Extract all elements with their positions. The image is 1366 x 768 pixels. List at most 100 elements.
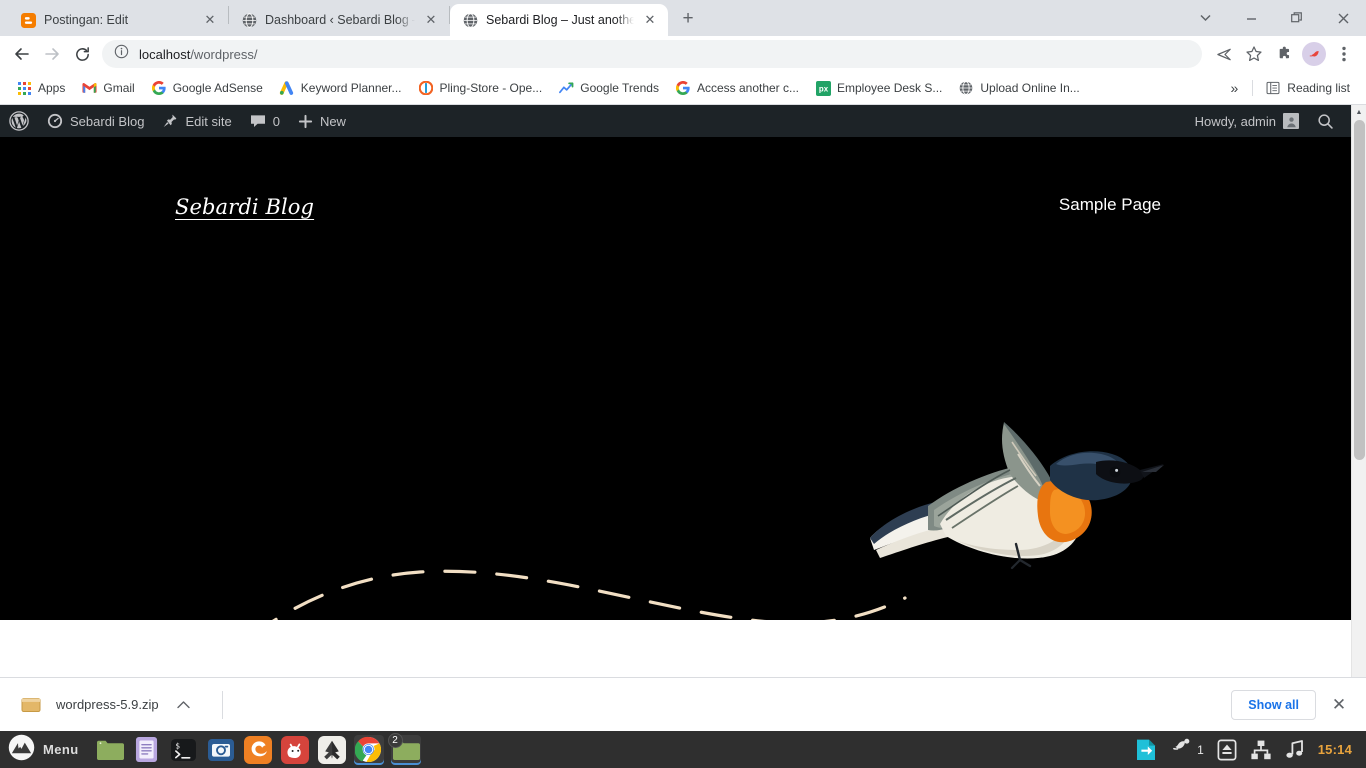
tab-search-icon[interactable]: [1182, 0, 1228, 36]
taskbar-item-file-manager[interactable]: [95, 735, 125, 765]
window-controls: [1182, 0, 1366, 36]
back-icon[interactable]: [8, 40, 36, 68]
bookmark-label: Google Trends: [580, 81, 659, 95]
bookmark-gmail[interactable]: Gmail: [73, 76, 142, 100]
show-all-downloads-button[interactable]: Show all: [1231, 689, 1316, 720]
bookmark-apps[interactable]: Apps: [8, 76, 73, 100]
wp-new-label: New: [319, 113, 346, 129]
bookmark-upload-online[interactable]: Upload Online In...: [950, 76, 1087, 100]
browser-tab-2[interactable]: Dashboard ‹ Sebardi Blog — W ✕: [229, 4, 449, 36]
wp-new-button[interactable]: New: [289, 105, 355, 137]
pushpin-icon: [162, 113, 178, 129]
nav-link-sample-page[interactable]: Sample Page: [1059, 195, 1161, 214]
reload-icon[interactable]: [68, 40, 96, 68]
eject-media-icon[interactable]: [1217, 739, 1237, 761]
bookmark-label: Google AdSense: [172, 81, 263, 95]
bookmark-label: Gmail: [103, 81, 135, 95]
update-manager-icon[interactable]: [1134, 738, 1158, 762]
downloads-shelf: wordpress-5.9.zip Show all ✕: [0, 677, 1366, 731]
bookmark-employee-desk[interactable]: px Employee Desk S...: [807, 76, 950, 100]
flight-path-dashes: [272, 569, 907, 620]
tab-close-icon[interactable]: ✕: [642, 12, 658, 28]
wp-comments-button[interactable]: 0: [241, 105, 289, 137]
gmail-icon: [81, 80, 97, 96]
scrollbar-up-arrow[interactable]: ▲: [1352, 105, 1366, 120]
bookmark-label: Employee Desk S...: [837, 81, 943, 95]
blogger-icon: [20, 12, 36, 28]
zip-file-icon: [20, 694, 42, 716]
downloads-divider: [221, 690, 223, 719]
start-menu-button[interactable]: Menu: [4, 734, 89, 766]
dashboard-gauge-icon: [47, 113, 63, 129]
comment-bubble-icon: [250, 114, 266, 129]
wp-logo-menu[interactable]: [0, 105, 38, 137]
globe-icon: [241, 12, 257, 28]
download-item[interactable]: wordpress-5.9.zip: [14, 688, 208, 722]
forward-icon[interactable]: [38, 40, 66, 68]
wp-admin-bar-right: Howdy, admin: [1186, 105, 1343, 137]
bookmark-star-icon[interactable]: [1240, 40, 1268, 68]
site-title-link[interactable]: Sebardi Blog: [175, 195, 314, 219]
plus-icon: [298, 114, 313, 129]
bookmark-pling-store[interactable]: Pling-Store - Ope...: [410, 76, 551, 100]
taskbar-item-terminal[interactable]: $: [169, 735, 199, 765]
notifications-tray-item[interactable]: 1: [1171, 737, 1204, 763]
linux-mint-menu-icon: [8, 734, 35, 766]
tab-title: Sebardi Blog – Just another W: [486, 13, 634, 27]
browser-tab-1[interactable]: Postingan: Edit ✕: [8, 4, 228, 36]
taskbar-item-file-manager-window[interactable]: 2: [387, 732, 421, 765]
taskbar-clock[interactable]: 15:14: [1318, 742, 1352, 757]
info-circle-icon[interactable]: [114, 44, 129, 64]
bookmarks-overflow-button[interactable]: »: [1221, 76, 1249, 100]
share-icon[interactable]: [1210, 40, 1238, 68]
bookmark-label: Keyword Planner...: [300, 81, 402, 95]
wp-site-name-menu[interactable]: Sebardi Blog: [38, 105, 153, 137]
pling-icon: [418, 80, 434, 96]
browser-tab-3[interactable]: Sebardi Blog – Just another W ✕: [450, 4, 668, 36]
page-scrollbar[interactable]: ▲ ▼: [1351, 105, 1366, 696]
bookmark-google-adsense[interactable]: Google AdSense: [143, 76, 271, 100]
profile-avatar-icon[interactable]: [1300, 40, 1328, 68]
close-window-button[interactable]: [1320, 0, 1366, 36]
trends-icon: [558, 80, 574, 96]
scrollbar-thumb[interactable]: [1354, 120, 1365, 460]
new-tab-button[interactable]: +: [674, 5, 702, 33]
address-bar[interactable]: localhost/wordpress/: [102, 40, 1202, 68]
taskbar-item-text-editor[interactable]: [132, 735, 162, 765]
tab-title: Dashboard ‹ Sebardi Blog — W: [265, 13, 415, 27]
three-dot-menu-icon[interactable]: [1330, 40, 1358, 68]
taskbar-item-google-chrome[interactable]: [353, 734, 384, 765]
tab-close-icon[interactable]: ✕: [202, 12, 218, 28]
extensions-puzzle-icon[interactable]: [1270, 40, 1298, 68]
bookmark-access-another-computer[interactable]: Access another c...: [667, 76, 807, 100]
taskbar-item-firefox[interactable]: [243, 735, 273, 765]
wp-edit-site-label: Edit site: [185, 113, 232, 129]
google-g-icon: [151, 80, 167, 96]
px-green-icon: px: [815, 80, 831, 96]
restore-window-button[interactable]: [1274, 0, 1320, 36]
taskbar-item-screenshot[interactable]: [206, 735, 236, 765]
wordpress-admin-bar: Sebardi Blog Edit site 0 New Howdy, admi…: [0, 105, 1351, 137]
bookmark-keyword-planner[interactable]: Keyword Planner...: [271, 76, 410, 100]
url-host: localhost: [139, 46, 191, 62]
music-note-icon[interactable]: [1285, 739, 1305, 760]
tab-close-icon[interactable]: ✕: [423, 12, 439, 28]
wp-search-button[interactable]: [1308, 105, 1343, 137]
svg-text:$: $: [175, 741, 180, 750]
chevron-up-icon[interactable]: [173, 698, 194, 712]
taskbar-item-gimp[interactable]: [280, 735, 310, 765]
google-ads-icon: [279, 80, 295, 96]
reading-list-button[interactable]: Reading list: [1257, 76, 1358, 100]
download-file-name: wordpress-5.9.zip: [56, 697, 159, 712]
wp-howdy-menu[interactable]: Howdy, admin: [1186, 105, 1308, 137]
network-icon[interactable]: [1250, 739, 1272, 761]
apps-grid-icon: [16, 80, 32, 96]
site-header: Sebardi Blog Sample Page: [0, 137, 1351, 219]
close-downloads-shelf-button[interactable]: ✕: [1326, 692, 1352, 718]
taskbar-item-inkscape[interactable]: [317, 735, 347, 765]
minimize-window-button[interactable]: [1228, 0, 1274, 36]
bookmark-google-trends[interactable]: Google Trends: [550, 76, 667, 100]
wp-comments-count: 0: [272, 113, 280, 129]
wp-edit-site-button[interactable]: Edit site: [153, 105, 240, 137]
page-viewport: Sebardi Blog Edit site 0 New Howdy, admi…: [0, 105, 1366, 696]
